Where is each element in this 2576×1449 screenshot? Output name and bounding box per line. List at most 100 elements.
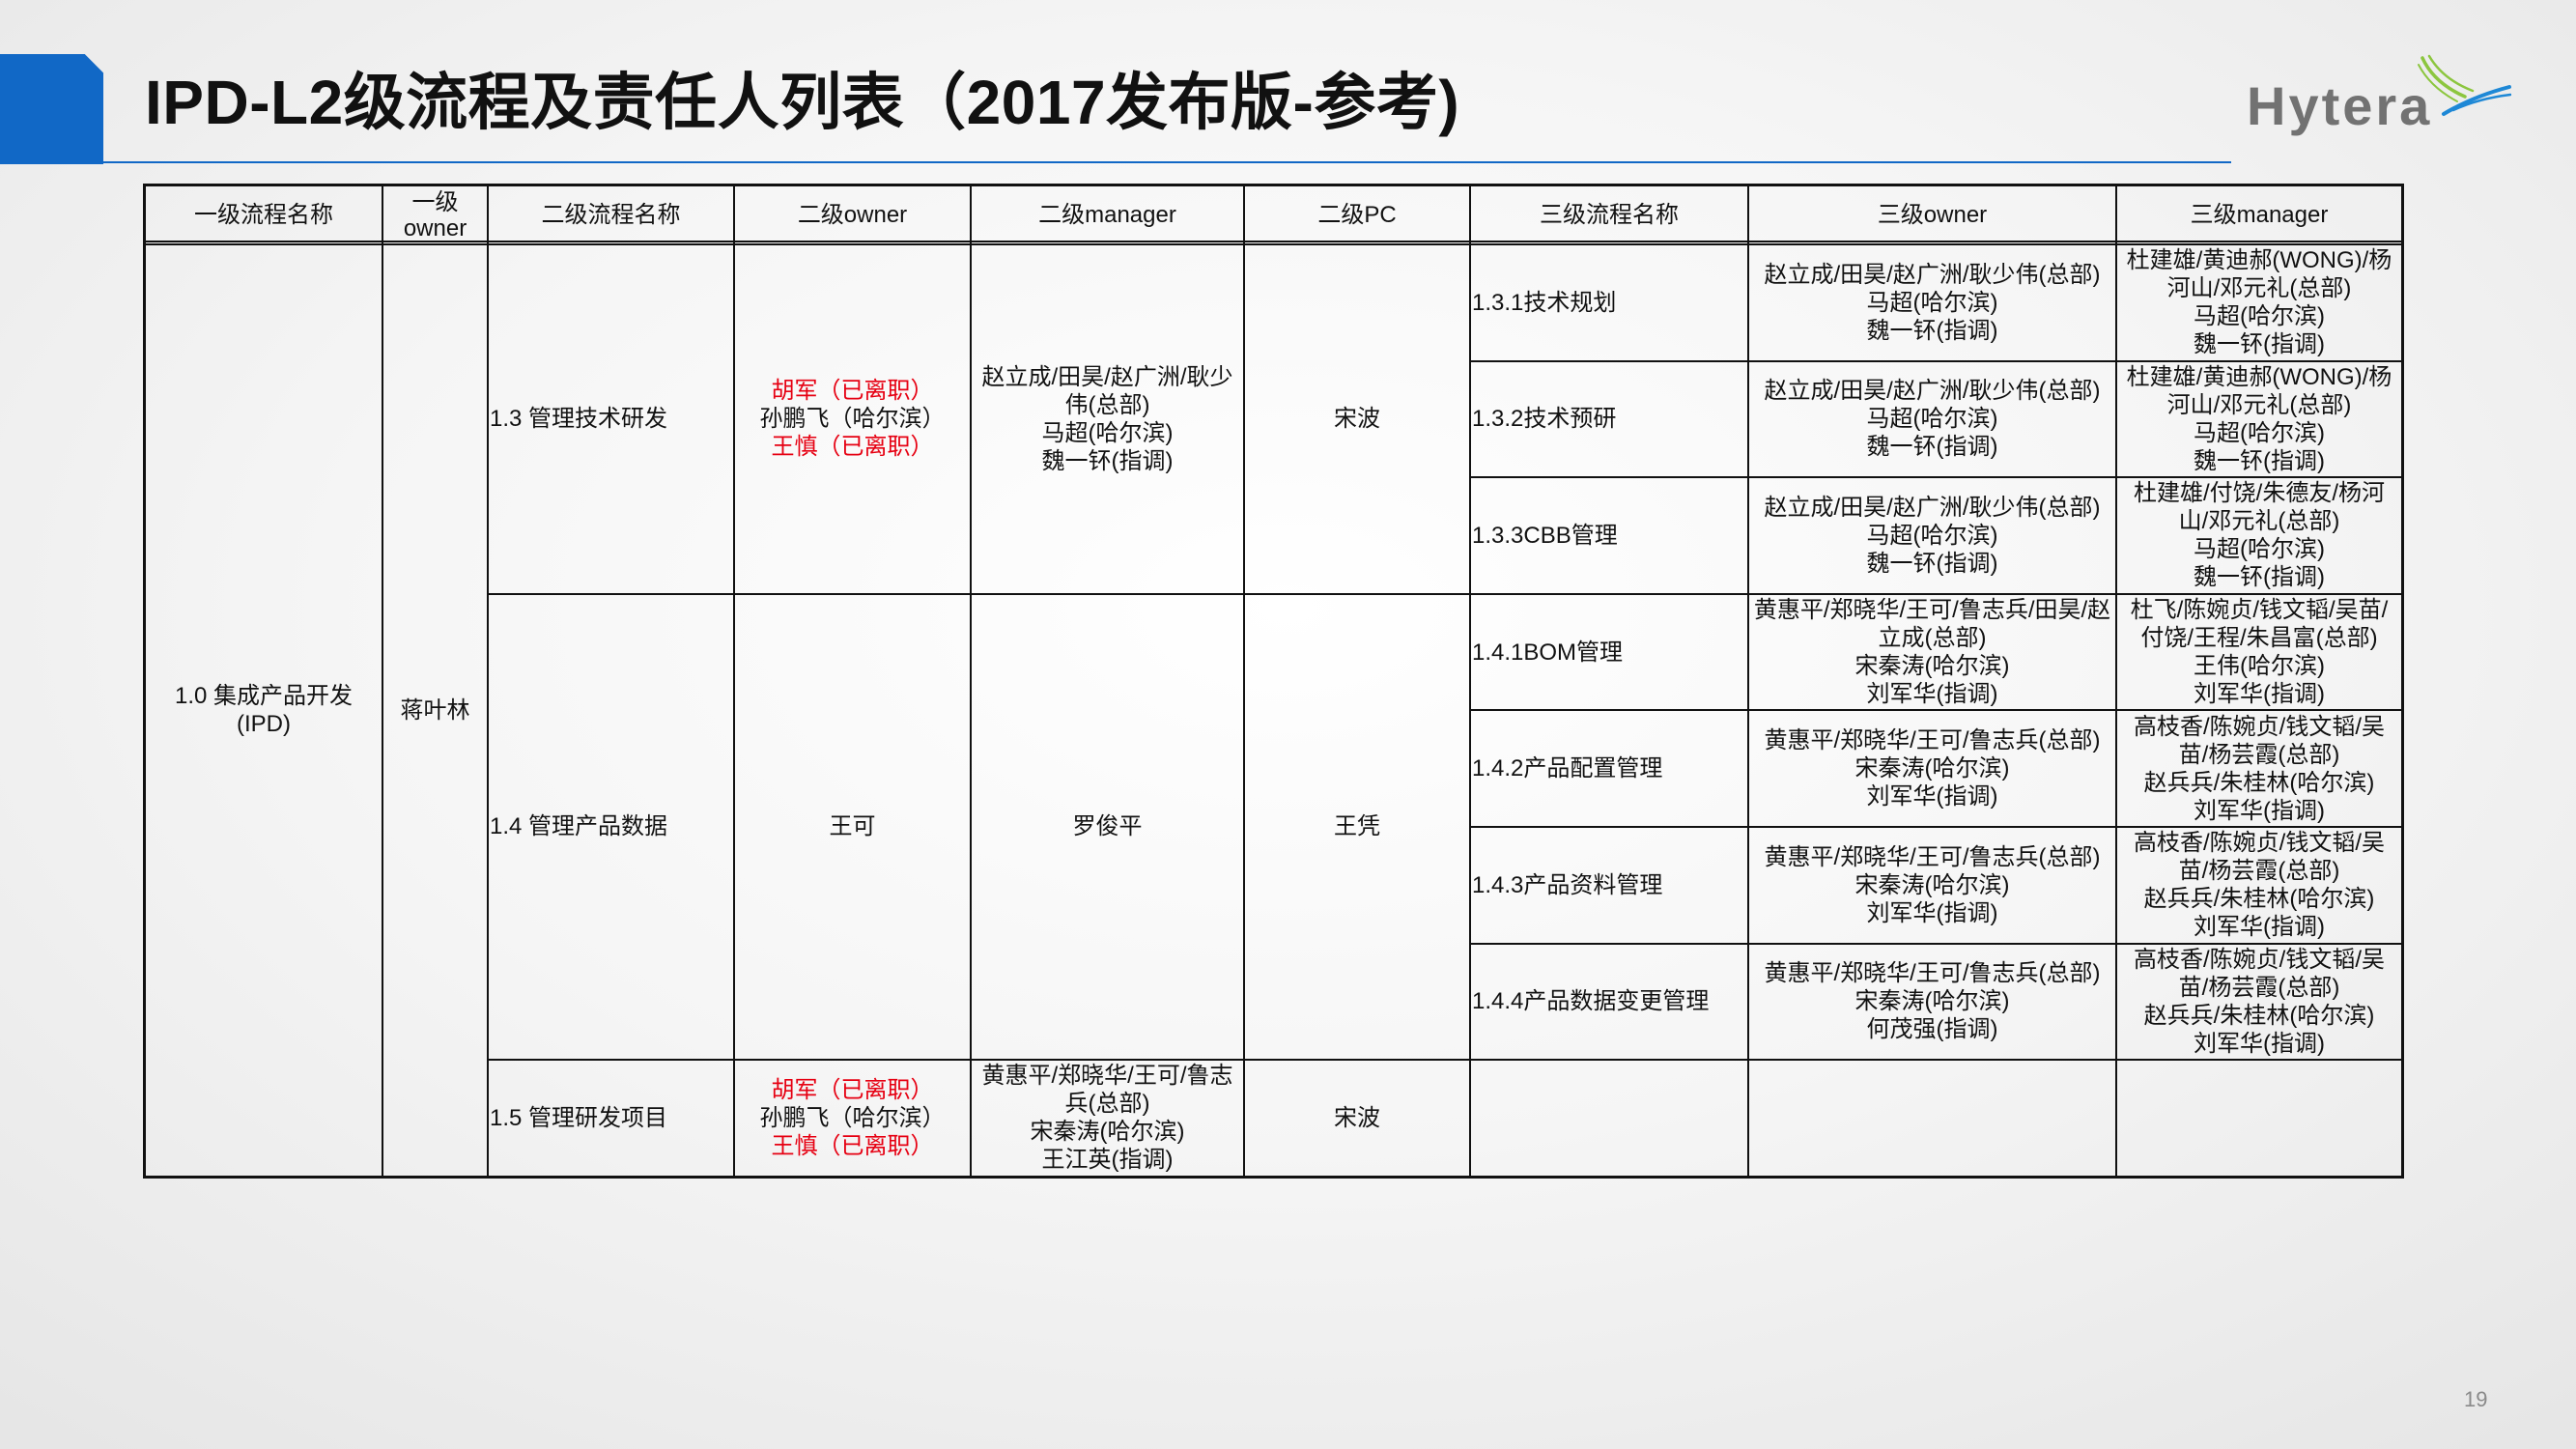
level3-owner-cell-content: 赵立成/田昊/赵广洲/耿少伟(总部) 马超(哈尔滨) 魏一钚(指调) [1749, 245, 2115, 360]
level3-name-cell-content: 1.4.3产品资料管理 [1471, 828, 1747, 943]
level3-name-cell: 1.4.4产品数据变更管理 [1469, 942, 1749, 1062]
level2-pc: 宋波 [1334, 406, 1380, 433]
header-cell: 二级manager [970, 185, 1245, 245]
level2-pc: 宋波 [1334, 1104, 1380, 1131]
level2-name-cell: 1.4 管理产品数据 [487, 592, 735, 1062]
level3-owner-cell: 黄惠平/郑晓华/王可/鲁志兵/田昊/赵立成(总部) 宋秦涛(哈尔滨) 刘军华(指调) [1747, 592, 2117, 712]
level2-pc: 王凭 [1334, 813, 1380, 840]
level3-name: 1.3.3CBB管理 [1472, 522, 1618, 549]
level3-name: 1.4.4产品数据变更管理 [1472, 988, 1710, 1015]
cell-text-line: 马超(哈尔滨) [1866, 289, 1998, 316]
level1-owner-cell-content: 蒋叶林 [383, 245, 487, 1176]
header-cell-content: 一级流程名称 [146, 186, 382, 243]
level3-manager-cell: 杜建雄/黄迪郝(WONG)/杨河山/邓元礼(总部) 马超(哈尔滨) 魏一钚(指调) [2115, 359, 2403, 479]
level2-pc-cell: 宋波 [1243, 1059, 1471, 1178]
cell-text-line: 宋秦涛(哈尔滨) [1854, 755, 2010, 782]
cell-text-line: 马超(哈尔滨) [2194, 419, 2325, 446]
cell-text-line: 马超(哈尔滨) [2194, 536, 2325, 563]
level2-name: 1.3 管理技术研发 [490, 406, 668, 433]
level3-owner-cell: 赵立成/田昊/赵广洲/耿少伟(总部) 马超(哈尔滨) 魏一钚(指调) [1747, 359, 2117, 479]
level2-owner-cell: 胡军（已离职） 孙鹏飞（哈尔滨） 王慎（已离职） [733, 243, 972, 595]
level2-owner-cell-content: 王可 [735, 595, 970, 1059]
level3-manager-cell-content: 高枝香/陈婉贞/钱文韬/吴苗/杨芸霞(总部) 赵兵兵/朱桂林(哈尔滨) 刘军华(指调… [2117, 828, 2401, 943]
level3-owner-cell: 黄惠平/郑晓华/王可/鲁志兵(总部) 宋秦涛(哈尔滨) 刘军华(指调) [1747, 709, 2117, 828]
cell-text-line: 刘军华(指调) [2194, 1030, 2325, 1057]
header-cell-content: 二级PC [1245, 186, 1469, 243]
level3-owner-cell-content: 黄惠平/郑晓华/王可/鲁志兵(总部) 宋秦涛(哈尔滨) 刘军华(指调) [1749, 828, 2115, 943]
cell-text-line: 赵立成/田昊/赵广洲/耿少伟(总部) [981, 363, 1233, 418]
header-cell: 二级PC [1243, 185, 1471, 245]
logo-swoosh-icon [2418, 54, 2511, 116]
level2-manager-cell-content: 罗俊平 [972, 595, 1243, 1059]
level2-name-cell-content: 1.3 管理技术研发 [489, 245, 733, 593]
header-label: 三级owner [1877, 202, 1988, 228]
page-number: 19 [2464, 1387, 2488, 1411]
cell-text-line: 王慎（已离职） [771, 1132, 934, 1159]
level3-owner-cell-content [1749, 1061, 2115, 1176]
level3-manager-cell-content: 杜建雄/黄迪郝(WONG)/杨河山/邓元礼(总部) 马超(哈尔滨) 魏一钚(指调) [2117, 245, 2401, 360]
title-underline [103, 161, 2231, 163]
level3-manager-cell: 杜飞/陈婉贞/钱文韬/吴苗/付饶/王程/朱昌富(总部) 王伟(哈尔滨) 刘军华(指调… [2115, 592, 2403, 712]
cell-text-line: 高枝香/陈婉贞/钱文韬/吴苗/杨芸霞(总部) [2133, 946, 2385, 1001]
level2-pc-cell-content: 宋波 [1245, 245, 1469, 593]
level3-name-cell-content: 1.4.1BOM管理 [1471, 595, 1747, 710]
logo-wordmark: Hytera [2247, 75, 2433, 136]
level3-manager-cell: 杜建雄/付饶/朱德友/杨河山/邓元礼(总部) 马超(哈尔滨) 魏一钚(指调) [2115, 476, 2403, 595]
header-label: 三级流程名称 [1540, 202, 1679, 228]
level3-name: 1.4.1BOM管理 [1472, 639, 1624, 666]
cell-text-line: 黄惠平/郑晓华/王可/鲁志兵(总部) [1764, 843, 2101, 870]
level3-owner-cell: 黄惠平/郑晓华/王可/鲁志兵(总部) 宋秦涛(哈尔滨) 何茂强(指调) [1747, 942, 2117, 1062]
level3-manager-cell: 高枝香/陈婉贞/钱文韬/吴苗/杨芸霞(总部) 赵兵兵/朱桂林(哈尔滨) 刘军华(指调… [2115, 709, 2403, 828]
cell-text-line: 魏一钚(指调) [1866, 550, 1998, 577]
header-cell-content: 三级manager [2117, 186, 2401, 243]
cell-text-line: 赵兵兵/朱桂林(哈尔滨) [2143, 1002, 2375, 1029]
header-cell-content: 一级 owner [383, 186, 487, 243]
header-cell: 一级 owner [382, 185, 489, 245]
level3-name-cell: 1.4.2产品配置管理 [1469, 709, 1749, 828]
level2-owner-cell: 胡军（已离职） 孙鹏飞（哈尔滨） 王慎（已离职） [733, 1059, 972, 1178]
level3-name: 1.4.3产品资料管理 [1472, 871, 1663, 898]
level3-manager-cell: 高枝香/陈婉贞/钱文韬/吴苗/杨芸霞(总部) 赵兵兵/朱桂林(哈尔滨) 刘军华(指调… [2115, 826, 2403, 945]
cell-text-line: 宋秦涛(哈尔滨) [1854, 871, 2010, 898]
level2-name-cell-content: 1.5 管理研发项目 [489, 1061, 733, 1176]
cell-text-line: 王伟(哈尔滨) [2194, 653, 2325, 680]
level2-owner-cell-content: 胡军（已离职） 孙鹏飞（哈尔滨） 王慎（已离职） [735, 1061, 970, 1176]
cell-text-line: 赵立成/田昊/赵广洲/耿少伟(总部) [1764, 378, 2101, 405]
header-cell-content: 二级manager [972, 186, 1243, 243]
cell-text-line: 杜飞/陈婉贞/钱文韬/吴苗/付饶/王程/朱昌富(总部) [2130, 597, 2389, 652]
header-cell-content: 二级owner [735, 186, 970, 243]
cell-text-line: 马超(哈尔滨) [1041, 419, 1174, 446]
level3-name: 1.4.2产品配置管理 [1472, 755, 1663, 782]
header-cell-content: 二级流程名称 [489, 186, 733, 243]
slide-title: IPD-L2级流程及责任人列表（2017发布版-参考) [145, 68, 1460, 137]
cell-text-line: 魏一钚(指调) [2194, 447, 2325, 474]
level2-manager-cell-content: 赵立成/田昊/赵广洲/耿少伟(总部) 马超(哈尔滨) 魏一钚(指调) [972, 245, 1243, 593]
cell-text-line: 王慎（已离职） [771, 434, 934, 461]
level3-owner-cell-content: 黄惠平/郑晓华/王可/鲁志兵(总部) 宋秦涛(哈尔滨) 刘军华(指调) [1749, 711, 2115, 826]
level2-pc-cell: 王凭 [1243, 592, 1471, 1062]
header-cell: 二级owner [733, 185, 972, 245]
level2-owner-cell: 王可 [733, 592, 972, 1062]
level2-manager-cell: 赵立成/田昊/赵广洲/耿少伟(总部) 马超(哈尔滨) 魏一钚(指调) [970, 243, 1245, 595]
cell-text-line: 马超(哈尔滨) [1866, 522, 1998, 549]
level3-manager-cell-content [2117, 1061, 2401, 1176]
cell-text-line: 杜建雄/黄迪郝(WONG)/杨河山/邓元礼(总部) [2126, 247, 2392, 302]
header-cell-content: 三级流程名称 [1471, 186, 1747, 243]
level3-manager-cell [2115, 1059, 2403, 1178]
level2-pc-cell-content: 王凭 [1245, 595, 1469, 1059]
level3-owner-cell-content: 赵立成/田昊/赵广洲/耿少伟(总部) 马超(哈尔滨) 魏一钚(指调) [1749, 362, 2115, 477]
level3-name-cell-content: 1.3.3CBB管理 [1471, 478, 1747, 593]
level3-name-cell-content: 1.3.2技术预研 [1471, 362, 1747, 477]
cell-text-line: 胡军（已离职） [771, 378, 934, 405]
level1-owner-cell: 蒋叶林 [382, 243, 489, 1178]
cell-text-line: 孙鹏飞（哈尔滨） [759, 1104, 946, 1131]
level2-manager-cell-content: 黄惠平/郑晓华/王可/鲁志兵(总部) 宋秦涛(哈尔滨) 王江英(指调) [972, 1061, 1243, 1176]
header-label: 二级manager [1038, 202, 1176, 228]
level3-owner-cell-content: 黄惠平/郑晓华/王可/鲁志兵/田昊/赵立成(总部) 宋秦涛(哈尔滨) 刘军华(指调) [1749, 595, 2115, 710]
cell-text-line: 胡军（已离职） [771, 1076, 934, 1103]
level2-name-cell: 1.3 管理技术研发 [487, 243, 735, 595]
cell-text-line: 魏一钚(指调) [1041, 447, 1174, 474]
level2-pc-cell: 宋波 [1243, 243, 1471, 595]
cell-text-line: 宋秦涛(哈尔滨) [1854, 653, 2010, 680]
cell-text-line: 魏一钚(指调) [1866, 317, 1998, 344]
